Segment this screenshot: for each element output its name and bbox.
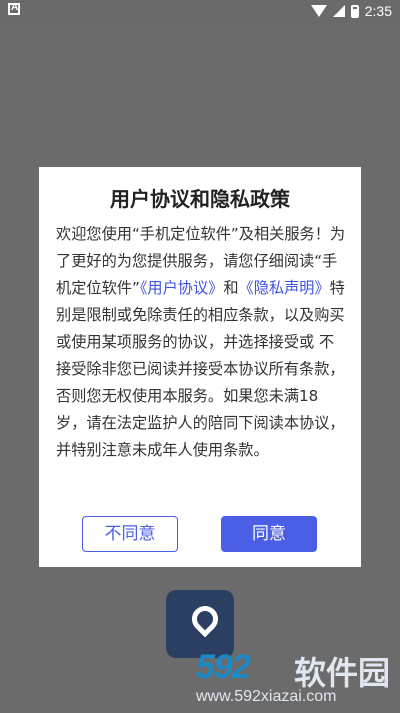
dialog-body: 欢迎您使用“手机定位软件”及相关服务！为了更好的为您提供服务，请您仔细阅读“手机… (56, 221, 348, 464)
agree-button[interactable]: 同意 (221, 516, 317, 552)
wifi-icon (310, 5, 327, 17)
user-agreement-link[interactable]: 《用户协议》 (140, 279, 224, 297)
a-icon (8, 2, 20, 15)
watermark: 592 软件园 www.592xiazai.com (190, 648, 400, 708)
status-bar: 2:35 (0, 0, 400, 24)
privacy-statement-link[interactable]: 《隐私声明》 (239, 279, 330, 297)
watermark-url: www.592xiazai.com (196, 688, 337, 705)
disagree-button[interactable]: 不同意 (82, 516, 178, 552)
and-text: 和 (223, 279, 239, 297)
agreement-dialog: 用户协议和隐私政策 欢迎您使用“手机定位软件”及相关服务！为了更好的为您提供服务… (39, 167, 361, 567)
body-text-part2: 特别是限制或免除责任的相应条款，以及购买或使用某项服务的协议，并选择接受或 不接… (56, 279, 345, 459)
status-time: 2:35 (364, 3, 392, 19)
signal-icon (332, 5, 345, 17)
status-icons: 2:35 (310, 3, 392, 19)
watermark-logo: 592 (196, 648, 251, 686)
dialog-title: 用户协议和隐私政策 (110, 187, 290, 211)
battery-icon (350, 4, 359, 18)
location-pin-icon (186, 600, 224, 638)
